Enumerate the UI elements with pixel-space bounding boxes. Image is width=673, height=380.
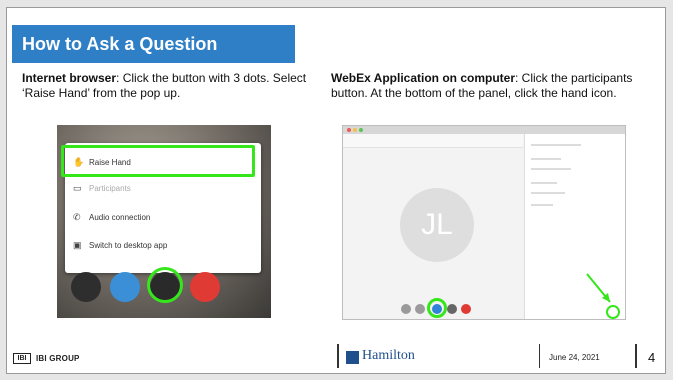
company-name: IBI GROUP (36, 354, 80, 363)
mute-button[interactable] (71, 272, 101, 302)
browser-instruction-heading: Internet browser (22, 71, 117, 85)
menu-item-label: Audio connection (89, 213, 151, 222)
menu-item-label: Switch to desktop app (89, 241, 168, 250)
slide-title: How to Ask a Question (22, 34, 218, 54)
menu-item-participants[interactable]: ▭ Participants (65, 176, 261, 202)
participant-avatar: JL (400, 188, 474, 262)
menu-item-label: Participants (89, 184, 131, 193)
raise-hand-highlight (61, 145, 255, 177)
hamilton-logo-text: Hamilton (362, 348, 415, 363)
meeting-toolbar (343, 134, 523, 148)
arrow-icon (586, 273, 611, 303)
panel-row (531, 168, 571, 170)
panel-row (531, 192, 565, 194)
webex-app-screenshot: JL (342, 125, 626, 320)
video-button[interactable] (415, 304, 425, 314)
webex-instruction-heading: WebEx Application on computer (331, 71, 516, 85)
app-more-button[interactable] (447, 304, 457, 314)
more-options-highlight (147, 267, 183, 303)
page-number: 4 (648, 350, 656, 365)
ibi-logo: IBI (13, 353, 31, 364)
panel-row (531, 204, 553, 206)
menu-item-switch-desktop[interactable]: ▣ Switch to desktop app (65, 233, 261, 259)
participants-button[interactable] (110, 272, 140, 302)
footer-divider (337, 344, 339, 368)
panel-row (531, 158, 561, 160)
webex-instruction: WebEx Application on computer: Click the… (331, 71, 649, 101)
avatar-initials: JL (421, 208, 453, 241)
participants-button-highlight (427, 298, 447, 318)
panel-row (531, 182, 557, 184)
leave-button[interactable] (190, 272, 220, 302)
hamilton-logo-icon (346, 351, 359, 364)
footer-divider (635, 344, 637, 368)
participants-icon: ▭ (73, 183, 82, 193)
panel-header (531, 144, 581, 146)
title-banner: How to Ask a Question (12, 25, 295, 63)
close-icon[interactable] (347, 128, 351, 132)
ibi-logo-text: IBI (17, 355, 27, 362)
audio-button[interactable] (401, 304, 411, 314)
desktop-icon: ▣ (73, 240, 82, 250)
window-titlebar (343, 126, 625, 134)
slide-date: June 24, 2021 (549, 353, 600, 362)
menu-item-audio-connection[interactable]: ✆ Audio connection (65, 205, 261, 231)
browser-screenshot: ✋ Raise Hand ▭ Participants ✆ Audio conn… (57, 125, 271, 318)
footer-divider (539, 344, 540, 368)
browser-instruction: Internet browser: Click the button with … (22, 71, 307, 101)
app-leave-button[interactable] (461, 304, 471, 314)
phone-icon: ✆ (73, 212, 81, 222)
maximize-icon[interactable] (359, 128, 363, 132)
minimize-icon[interactable] (353, 128, 357, 132)
